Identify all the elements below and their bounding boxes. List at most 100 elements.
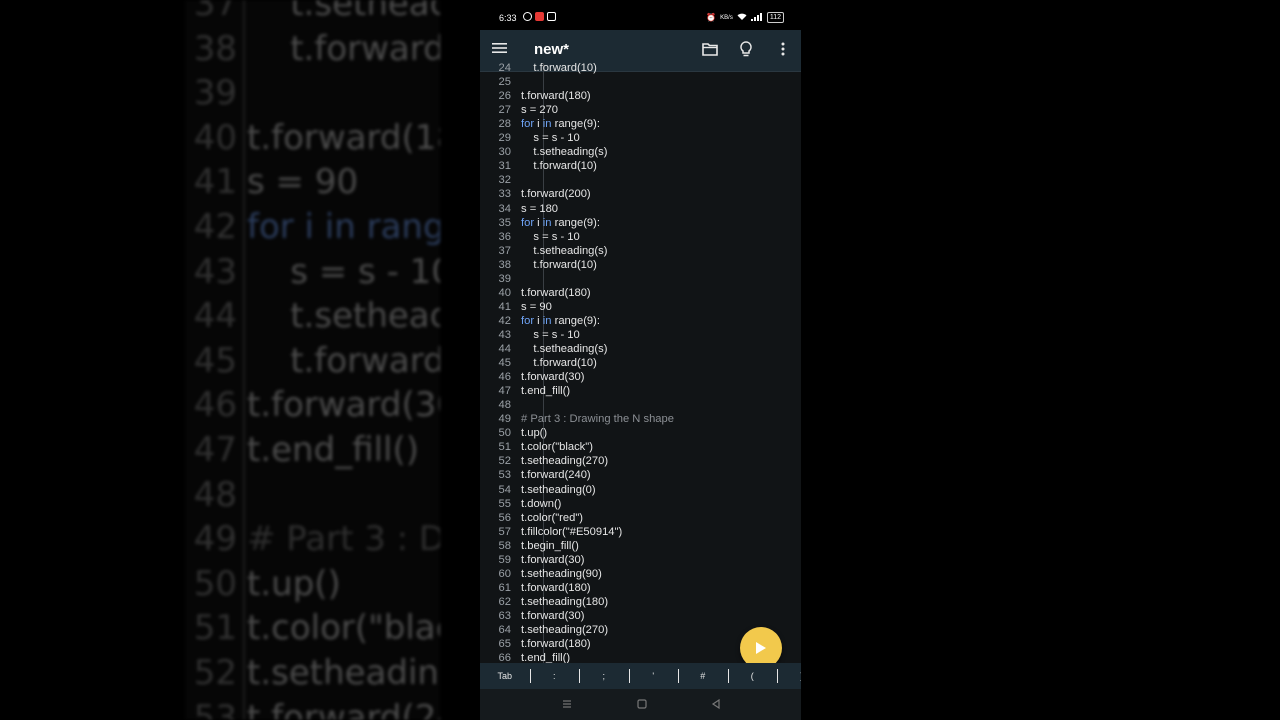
backdrop-divider bbox=[243, 0, 245, 720]
code-text: t.forward(10) bbox=[521, 159, 596, 173]
folder-icon[interactable] bbox=[701, 40, 721, 60]
backdrop-code-line: t.setheading(s) bbox=[290, 0, 440, 24]
line-number: 25 bbox=[498, 76, 511, 89]
code-token: t.setheading(s) bbox=[521, 244, 608, 257]
code-line[interactable]: 28 for i in range(9): bbox=[480, 117, 801, 131]
symbol-key[interactable]: ; bbox=[579, 663, 629, 689]
code-line[interactable]: 25 bbox=[480, 75, 801, 89]
code-text: t.down() bbox=[521, 497, 561, 511]
code-token: t.forward(180) bbox=[521, 638, 591, 651]
code-line[interactable]: 33 t.forward(200) bbox=[480, 187, 801, 201]
code-line[interactable]: 29 s = s - 10 bbox=[480, 131, 801, 145]
code-text: t.setheading(s) bbox=[521, 145, 607, 159]
backdrop-code-line: t.forward(10) bbox=[290, 28, 440, 69]
code-line[interactable]: 34 s = 180 bbox=[480, 202, 801, 216]
code-line[interactable]: 45 t.forward(10) bbox=[480, 356, 801, 370]
code-line[interactable]: 54 t.setheading(0) bbox=[480, 483, 801, 497]
code-line[interactable]: 49 # Part 3 : Drawing the N shape bbox=[480, 412, 801, 426]
line-number: 66 bbox=[498, 652, 511, 663]
symbol-key[interactable]: ( bbox=[727, 663, 778, 689]
code-line[interactable]: 48 bbox=[480, 398, 801, 412]
phone-screen: 6:33 ⏰ KB/s 112 new* 24 t.forward(10) 25… bbox=[480, 0, 801, 720]
line-number: 53 bbox=[498, 469, 511, 482]
code-line[interactable]: 47 t.end_fill() bbox=[480, 384, 801, 398]
play-icon bbox=[756, 642, 766, 654]
code-line[interactable]: 31 t.forward(10) bbox=[480, 159, 801, 173]
code-line[interactable]: 35 for i in range(9): bbox=[480, 216, 801, 230]
code-line[interactable]: 50 t.up() bbox=[480, 426, 801, 440]
code-line[interactable]: 62 t.setheading(180) bbox=[480, 595, 801, 609]
code-line[interactable]: 41 s = 90 bbox=[480, 300, 801, 314]
code-text: t.forward(180) bbox=[521, 637, 591, 651]
code-line[interactable]: 56 t.color("red") bbox=[480, 511, 801, 525]
line-number: 24 bbox=[498, 63, 511, 74]
code-line[interactable]: 38 t.forward(10) bbox=[480, 258, 801, 272]
hamburger-menu-icon[interactable] bbox=[492, 41, 510, 59]
battery-indicator: 112 bbox=[766, 12, 784, 23]
symbol-key[interactable]: # bbox=[678, 663, 728, 689]
code-line[interactable]: 59 t.forward(30) bbox=[480, 553, 801, 567]
code-token: t.setheading(270) bbox=[521, 455, 609, 468]
line-number: 37 bbox=[498, 244, 511, 257]
code-line[interactable]: 36 s = s - 10 bbox=[480, 230, 801, 244]
symbol-key[interactable]: ' bbox=[628, 663, 679, 689]
comment-token: # Part 3 : Drawing the N shape bbox=[521, 413, 674, 426]
code-line[interactable]: 57 t.fillcolor("#E50914") bbox=[480, 525, 801, 539]
code-line[interactable]: 52 t.setheading(270) bbox=[480, 454, 801, 468]
backdrop-code-line: t.forward(10) bbox=[290, 340, 440, 381]
code-line[interactable]: 44 t.setheading(s) bbox=[480, 342, 801, 356]
code-line[interactable]: 61 t.forward(180) bbox=[480, 581, 801, 595]
back-icon[interactable] bbox=[709, 697, 723, 711]
code-line[interactable]: 46 t.forward(30) bbox=[480, 370, 801, 384]
code-token: t.setheading(270) bbox=[521, 624, 609, 636]
code-line[interactable]: 60 t.setheading(90) bbox=[480, 567, 801, 581]
backdrop-code-line: s = 90 bbox=[247, 162, 359, 203]
code-line[interactable]: 24 t.forward(10) bbox=[480, 63, 801, 75]
line-number: 27 bbox=[498, 104, 511, 117]
code-line[interactable]: 58 t.begin_fill() bbox=[480, 539, 801, 553]
code-line[interactable]: 30 t.setheading(s) bbox=[480, 145, 801, 159]
symbol-key[interactable]: ) bbox=[777, 663, 801, 689]
code-line[interactable]: 37 t.setheading(s) bbox=[480, 244, 801, 258]
code-text: s = 90 bbox=[521, 300, 552, 314]
code-token: t.forward(180) bbox=[521, 581, 591, 594]
code-token: t.forward(10) bbox=[521, 357, 597, 370]
code-line[interactable]: 55 t.down() bbox=[480, 497, 801, 511]
symbol-key[interactable]: Tab bbox=[480, 663, 530, 689]
recents-menu-icon[interactable] bbox=[560, 697, 574, 711]
lightbulb-icon[interactable] bbox=[737, 40, 757, 60]
code-line[interactable]: 53 t.forward(240) bbox=[480, 468, 801, 482]
code-text: t.forward(180) bbox=[521, 286, 591, 300]
code-line[interactable]: 27 s = 270 bbox=[480, 103, 801, 117]
more-options-icon[interactable] bbox=[774, 40, 794, 60]
status-time: 6:33 bbox=[499, 13, 517, 23]
code-text: t.forward(10) bbox=[521, 258, 596, 272]
code-line[interactable]: 32 bbox=[480, 173, 801, 187]
code-line[interactable]: 42 for i in range(9): bbox=[480, 314, 801, 328]
code-line[interactable]: 39 bbox=[480, 272, 801, 286]
code-text: t.end_fill() bbox=[521, 384, 570, 398]
code-line[interactable]: 26 t.forward(180) bbox=[480, 89, 801, 103]
code-token: t.fillcolor("#E50914") bbox=[521, 525, 623, 538]
code-text: t.forward(10) bbox=[521, 63, 596, 75]
code-line[interactable]: 51 t.color("black") bbox=[480, 440, 801, 454]
code-text: for i in range(9): bbox=[521, 117, 600, 131]
code-line[interactable]: 43 s = s - 10 bbox=[480, 328, 801, 342]
code-token: s = s - 10 bbox=[521, 328, 580, 341]
backdrop-code-line: t.forward(180) bbox=[247, 117, 440, 158]
code-token: t.end_fill() bbox=[521, 652, 571, 663]
home-icon[interactable] bbox=[635, 697, 649, 711]
system-nav-bar bbox=[480, 689, 801, 720]
line-number: 52 bbox=[498, 455, 511, 468]
code-line[interactable]: 40 t.forward(180) bbox=[480, 286, 801, 300]
code-text: t.setheading(s) bbox=[521, 244, 607, 258]
code-token: t.setheading(s) bbox=[521, 146, 608, 159]
backdrop-code-line: for i in range(9): bbox=[247, 206, 440, 247]
code-line[interactable]: 63 t.forward(30) bbox=[480, 609, 801, 623]
code-token: range(9): bbox=[551, 118, 600, 131]
code-text: s = s - 10 bbox=[521, 230, 579, 244]
symbol-keybar: Tab:;'#() bbox=[480, 663, 801, 689]
line-number: 28 bbox=[498, 118, 511, 131]
symbol-key[interactable]: : bbox=[529, 663, 580, 689]
code-editor[interactable]: 24 t.forward(10) 25 26 t.forward(180) 27 s = … bbox=[480, 63, 801, 663]
